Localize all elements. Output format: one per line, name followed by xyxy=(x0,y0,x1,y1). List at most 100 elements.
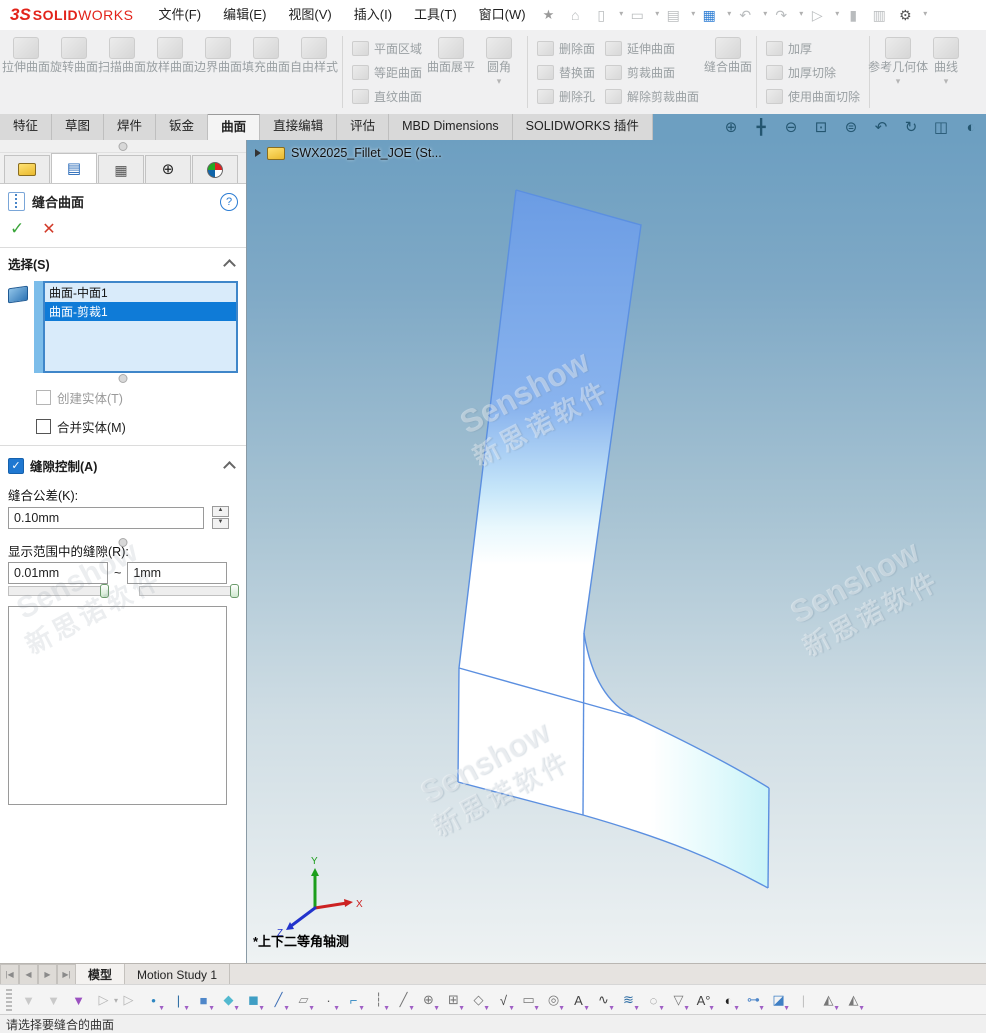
graphics-viewport[interactable]: Senshow新思诺软件 Senshow新思诺软件 Senshow新思诺软件 xyxy=(247,140,986,963)
filter-axes-icon[interactable]: ╱ xyxy=(266,992,291,1008)
last-tab-icon[interactable]: ▶| xyxy=(57,964,76,985)
ruled-surface-button[interactable]: 直纹曲面 xyxy=(347,84,427,108)
gap-range-min-input[interactable]: 0.01mm xyxy=(8,562,108,584)
model-tab[interactable]: 模型 xyxy=(76,964,125,985)
surfaces-to-knit-list[interactable]: 曲面-中面1 曲面-剪裁1 xyxy=(43,281,238,373)
filter-hole-icon[interactable]: ⊕ xyxy=(416,992,441,1008)
slider-handle[interactable] xyxy=(100,584,109,598)
knit-surface-button[interactable]: 缝合曲面 xyxy=(704,34,752,77)
panel-top-handle[interactable] xyxy=(0,140,246,153)
filter-cosmetic-thread-icon[interactable]: ≋ xyxy=(616,992,641,1008)
planar-surface-button[interactable]: 平面区域 xyxy=(347,36,427,60)
flatten-surface-button[interactable]: 曲面展平 xyxy=(427,34,475,77)
filter-block-icon[interactable]: ⊶ xyxy=(741,992,766,1008)
print-icon[interactable]: ▦ xyxy=(698,7,720,24)
tab-featuremanager-tree[interactable] xyxy=(4,155,50,183)
filter-solid-bodies-icon[interactable]: ◼ xyxy=(241,992,266,1008)
replace-face-button[interactable]: 替换面 xyxy=(532,60,600,84)
menu-insert[interactable]: 插入(I) xyxy=(343,0,403,30)
tab-sheet-metal[interactable]: 钣金 xyxy=(156,114,208,140)
zoom-in-out-icon[interactable]: ⊖ xyxy=(780,118,802,136)
motion-study-tab[interactable]: Motion Study 1 xyxy=(125,964,230,985)
zoom-fit-icon[interactable]: ⊕ xyxy=(720,118,742,136)
filter-annotations-icon[interactable]: A xyxy=(566,993,591,1008)
filter-center-of-mass-icon[interactable]: ◐ xyxy=(716,993,741,1008)
gap-control-checkbox[interactable]: ✓ xyxy=(8,458,24,474)
reference-geometry-button[interactable]: 参考几何体▾ xyxy=(874,34,922,91)
menu-window[interactable]: 窗口(W) xyxy=(468,0,537,30)
prev-tab-icon[interactable]: ◀ xyxy=(19,964,38,985)
filled-surface-button[interactable]: 填充曲面 xyxy=(242,34,290,77)
slider-handle[interactable] xyxy=(230,584,239,598)
offset-surface-button[interactable]: 等距曲面 xyxy=(347,60,427,84)
filter-toggle-icon[interactable]: ▼ xyxy=(66,993,91,1008)
redo-icon[interactable]: ↷ xyxy=(770,7,792,24)
filter-vertices-icon[interactable]: • xyxy=(141,993,166,1008)
model-knit-surfaces[interactable]: Y X Z xyxy=(247,140,986,963)
gap-control-section-header[interactable]: ✓ 缝隙控制(A) xyxy=(0,450,246,481)
spin-down-button[interactable]: ▼ xyxy=(212,518,229,529)
filter-edges-icon[interactable]: | xyxy=(166,993,191,1008)
filter-datum-feature-icon[interactable]: ◎ xyxy=(541,992,566,1008)
cut-with-surface-button[interactable]: 使用曲面切除 xyxy=(761,84,865,108)
select-arrow-icon[interactable]: ▷ xyxy=(91,992,116,1008)
select-cursor-icon[interactable]: ▷ xyxy=(806,7,828,24)
filter-notes-icon[interactable]: ▭ xyxy=(516,992,541,1008)
home-icon[interactable]: ⌂ xyxy=(564,7,586,23)
filter-centerline-icon[interactable]: ╱ xyxy=(391,992,416,1008)
thickened-cut-button[interactable]: 加厚切除 xyxy=(761,60,865,84)
filter-midpoints-icon[interactable]: ┆ xyxy=(366,992,391,1008)
freeform-button[interactable]: 自由样式 xyxy=(290,34,338,77)
filter-multi-icon[interactable]: ▼ xyxy=(41,993,66,1008)
gap-min-slider[interactable] xyxy=(8,586,108,596)
delete-hole-button[interactable]: 删除孔 xyxy=(532,84,600,108)
flyout-featuremanager[interactable]: SWX2025_Fillet_JOE (St... xyxy=(255,146,442,160)
next-tab-icon[interactable]: ▶ xyxy=(38,964,57,985)
flyout-expand-icon[interactable] xyxy=(255,149,261,157)
pan-icon[interactable]: ╋ xyxy=(750,118,772,136)
revolved-surface-button[interactable]: 旋转曲面 xyxy=(50,34,98,77)
zoom-selected-icon[interactable]: ⊜ xyxy=(840,118,862,136)
filter-zoom-note-icon[interactable]: ◌ xyxy=(641,993,666,1008)
delete-face-button[interactable]: 删除面 xyxy=(532,36,600,60)
fillet-dropdown-caret[interactable]: ▾ xyxy=(497,75,502,88)
tab-mbd-dimensions[interactable]: MBD Dimensions xyxy=(389,114,513,140)
rotate-view-icon[interactable]: ↻ xyxy=(900,118,922,136)
extend-surface-button[interactable]: 延伸曲面 xyxy=(600,36,704,60)
tab-surfaces[interactable]: 曲面 xyxy=(208,114,260,140)
tab-direct-editing[interactable]: 直接编辑 xyxy=(260,114,337,140)
boundary-surface-button[interactable]: 边界曲面 xyxy=(194,34,242,77)
trim-surface-button[interactable]: 剪裁曲面 xyxy=(600,60,704,84)
filter-route-segment-icon[interactable]: ◭ xyxy=(841,992,866,1008)
reference-dropdown-caret[interactable]: ▾ xyxy=(896,75,901,88)
untrim-surface-button[interactable]: 解除剪裁曲面 xyxy=(600,84,704,108)
ok-button[interactable]: ✓ xyxy=(10,219,24,239)
pin-menu-icon[interactable]: ★ xyxy=(537,7,561,23)
tab-property-manager[interactable]: ▤ xyxy=(51,153,97,183)
tab-configuration-manager[interactable]: ▦ xyxy=(98,155,144,183)
menu-edit[interactable]: 编辑(E) xyxy=(212,0,277,30)
tab-sketch[interactable]: 草图 xyxy=(52,114,104,140)
filter-weld-bead-icon[interactable]: ◪ xyxy=(766,992,791,1008)
swept-surface-button[interactable]: 扫描曲面 xyxy=(98,34,146,77)
first-tab-icon[interactable]: |◀ xyxy=(0,964,19,985)
collapse-chevron-icon[interactable] xyxy=(223,259,236,272)
filter-sketch-segments-icon[interactable]: ⌐ xyxy=(341,993,366,1008)
toolbar-grip[interactable] xyxy=(6,989,12,1011)
tab-features[interactable]: 特征 xyxy=(0,114,52,140)
filter-geometric-tolerance-icon[interactable]: √ xyxy=(491,993,516,1008)
filter-faces-icon[interactable]: ■ xyxy=(191,993,216,1008)
gap-list-box[interactable] xyxy=(8,606,227,805)
menu-view[interactable]: 视图(V) xyxy=(277,0,342,30)
filter-dowel-pin-icon[interactable]: ▽ xyxy=(666,992,691,1008)
zoom-area-icon[interactable]: ⊡ xyxy=(810,118,832,136)
cancel-button[interactable]: ✕ xyxy=(42,219,55,239)
save-icon[interactable]: ▤ xyxy=(662,7,684,24)
tab-display-manager[interactable] xyxy=(192,155,238,183)
merge-entities-checkbox[interactable] xyxy=(36,419,51,434)
filter-connection-point-icon[interactable]: A° xyxy=(691,993,716,1008)
curves-button[interactable]: 曲线▾ xyxy=(922,34,970,91)
toolbar-separator[interactable]: | xyxy=(791,993,816,1008)
fillet-button[interactable]: 圆角▾ xyxy=(475,34,523,91)
filter-route-point-icon[interactable]: ◭ xyxy=(816,992,841,1008)
